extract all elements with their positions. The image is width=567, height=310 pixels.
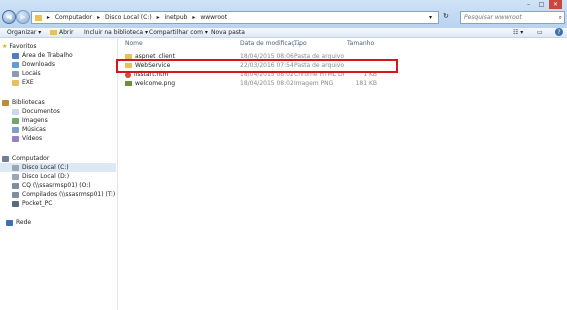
view-options-icon[interactable]: ☷ ▾ bbox=[513, 28, 523, 37]
breadcrumb-disk-c[interactable]: Disco Local (C:) bbox=[105, 14, 152, 21]
back-button[interactable]: ◀ bbox=[2, 10, 16, 24]
sidebar-item-music[interactable]: Músicas bbox=[12, 125, 46, 134]
file-name: welcome.png bbox=[135, 80, 176, 87]
title-bar: – □ ✕ ◀ ▶ ▸ Computador ▸ Disco Local (C:… bbox=[0, 0, 567, 29]
drive-icon bbox=[12, 164, 19, 171]
sidebar-item-locais[interactable]: Locais bbox=[12, 69, 41, 78]
favorites-label: Favoritos bbox=[9, 43, 37, 50]
network-header[interactable]: Rede bbox=[6, 218, 31, 227]
file-row[interactable]: welcome.png 18/04/2015 08:02 Imagem PNG … bbox=[119, 80, 381, 88]
maximize-button[interactable]: □ bbox=[535, 0, 548, 9]
highlight-box bbox=[116, 59, 398, 73]
include-library-button[interactable]: Incluir na biblioteca ▾ bbox=[84, 28, 148, 37]
computer-icon bbox=[2, 155, 9, 162]
sidebar-item-label: EXE bbox=[22, 79, 34, 86]
forward-button[interactable]: ▶ bbox=[16, 10, 30, 24]
search-input[interactable] bbox=[461, 12, 552, 23]
computer-header[interactable]: Computador bbox=[2, 154, 49, 163]
library-icon bbox=[2, 99, 9, 106]
network-drive-icon bbox=[12, 191, 19, 198]
network-label: Rede bbox=[16, 219, 32, 226]
breadcrumb-separator: ▸ bbox=[156, 14, 160, 21]
column-header-date[interactable]: Data de modificaç... bbox=[240, 40, 300, 48]
search-icon[interactable]: ⌕ bbox=[559, 12, 562, 23]
recent-places-icon bbox=[12, 70, 19, 77]
documents-icon bbox=[12, 108, 19, 115]
folder-icon bbox=[35, 14, 42, 21]
organize-button[interactable]: Organizar ▾ bbox=[7, 28, 41, 37]
navigation-pane: ★ Favoritos Área de Trabalho Downloads Lo… bbox=[0, 38, 118, 310]
sidebar-item-downloads[interactable]: Downloads bbox=[12, 60, 55, 69]
search-box: ⌕ bbox=[460, 11, 565, 24]
sidebar-item-label: Documentos bbox=[22, 108, 60, 115]
sidebar-item-label: Compilados (\\ssasrmsp01) (T:) bbox=[22, 191, 116, 198]
column-header-size[interactable]: Tamanho bbox=[347, 40, 374, 48]
help-icon[interactable]: ? bbox=[555, 28, 563, 36]
refresh-icon[interactable]: ↻ bbox=[443, 12, 449, 20]
star-icon: ★ bbox=[2, 43, 8, 50]
column-header-name[interactable]: Nome bbox=[125, 40, 143, 48]
sidebar-item-label: Downloads bbox=[22, 61, 55, 68]
sidebar-item-desktop[interactable]: Área de Trabalho bbox=[12, 51, 73, 60]
sidebar-item-label: CQ (\\ssasrmsp01) (O:) bbox=[22, 182, 91, 189]
sidebar-item-label: Vídeos bbox=[22, 135, 43, 142]
minimize-button[interactable]: – bbox=[522, 0, 535, 9]
file-date: 18/04/2015 08:02 bbox=[240, 80, 294, 87]
new-folder-button[interactable]: Nova pasta bbox=[211, 28, 245, 37]
desktop-icon bbox=[12, 52, 19, 59]
videos-icon bbox=[12, 135, 19, 142]
open-label: Abrir bbox=[59, 29, 74, 36]
sidebar-item-label: Disco Local (C:) bbox=[22, 164, 69, 171]
file-type: Imagem PNG bbox=[294, 80, 334, 87]
sidebar-item-pocket-pc[interactable]: Pocket_PC bbox=[12, 199, 53, 208]
sidebar-item-label: Área de Trabalho bbox=[22, 52, 73, 59]
folder-icon bbox=[12, 79, 19, 86]
sidebar-item-label: Imagens bbox=[22, 117, 48, 124]
breadcrumb-inetpub[interactable]: inetpub bbox=[165, 14, 188, 21]
address-bar[interactable]: ▸ Computador ▸ Disco Local (C:) ▸ inetpu… bbox=[31, 11, 439, 24]
sidebar-item-videos[interactable]: Vídeos bbox=[12, 134, 42, 143]
file-size: 181 KB bbox=[355, 80, 377, 87]
breadcrumb-separator: ▸ bbox=[192, 14, 196, 21]
sidebar-item-label: Pocket_PC bbox=[22, 200, 53, 207]
network-icon bbox=[6, 219, 13, 226]
device-icon bbox=[12, 200, 19, 207]
drive-icon bbox=[12, 173, 19, 180]
sidebar-item-network-drive-o[interactable]: CQ (\\ssasrmsp01) (O:) bbox=[12, 181, 91, 190]
libraries-header[interactable]: Bibliotecas bbox=[2, 98, 45, 107]
close-button[interactable]: ✕ bbox=[549, 0, 562, 9]
image-file-icon bbox=[125, 81, 132, 86]
share-button[interactable]: Compartilhar com ▾ bbox=[149, 28, 208, 37]
preview-pane-icon[interactable]: ▭ bbox=[537, 28, 543, 37]
column-header-type[interactable]: Tipo bbox=[294, 40, 307, 48]
sidebar-item-images[interactable]: Imagens bbox=[12, 116, 48, 125]
command-toolbar: Organizar ▾ Abrir Incluir na biblioteca … bbox=[0, 28, 567, 38]
sidebar-item-network-drive-t[interactable]: Compilados (\\ssasrmsp01) (T:) bbox=[12, 190, 115, 199]
sidebar-item-label: Locais bbox=[22, 70, 41, 77]
network-drive-icon bbox=[12, 182, 19, 189]
music-icon bbox=[12, 126, 19, 133]
breadcrumb-separator: ▸ bbox=[97, 14, 101, 21]
sidebar-item-documents[interactable]: Documentos bbox=[12, 107, 60, 116]
folder-open-icon bbox=[50, 30, 57, 35]
breadcrumb-separator: ▸ bbox=[46, 14, 50, 21]
sidebar-item-disk-d[interactable]: Disco Local (D:) bbox=[12, 172, 69, 181]
libraries-label: Bibliotecas bbox=[12, 99, 45, 106]
sidebar-item-disk-c[interactable]: Disco Local (C:) bbox=[0, 163, 116, 172]
open-button[interactable]: Abrir bbox=[50, 28, 74, 37]
breadcrumb-wwwroot[interactable]: wwwroot bbox=[200, 14, 227, 21]
chevron-down-icon[interactable]: ▾ bbox=[429, 12, 432, 23]
sidebar-item-label: Disco Local (D:) bbox=[22, 173, 70, 180]
favorites-header[interactable]: ★ Favoritos bbox=[2, 42, 36, 51]
computer-label: Computador bbox=[12, 155, 50, 162]
breadcrumb-computer[interactable]: Computador bbox=[55, 14, 92, 21]
sidebar-item-exe[interactable]: EXE bbox=[12, 78, 34, 87]
images-icon bbox=[12, 117, 19, 124]
downloads-icon bbox=[12, 61, 19, 68]
sidebar-item-label: Músicas bbox=[22, 126, 46, 133]
